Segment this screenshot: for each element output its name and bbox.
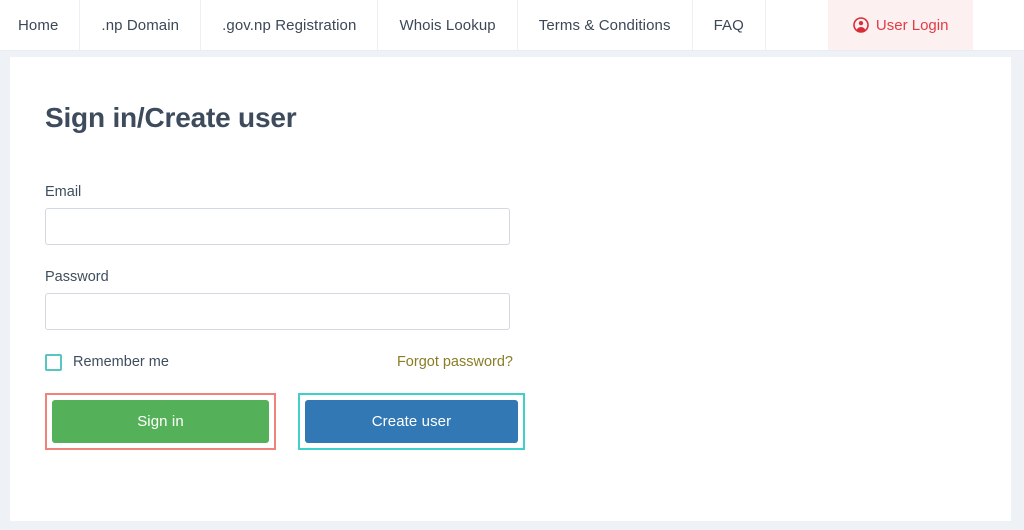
email-field-group: Email [45, 184, 510, 245]
user-login-button[interactable]: User Login [827, 0, 974, 50]
nav-item-gov-np-registration[interactable]: .gov.np Registration [201, 0, 379, 50]
nav-item-faq[interactable]: FAQ [692, 0, 766, 50]
sign-in-button-highlight: Sign in [45, 392, 276, 450]
form-actions: Sign in Create user [45, 392, 525, 450]
remember-me-label: Remember me [73, 354, 169, 371]
password-label: Password [45, 268, 109, 285]
nav-item-label: Whois Lookup [399, 16, 496, 34]
nav-item-np-domain[interactable]: .np Domain [80, 0, 202, 50]
sign-in-button[interactable]: Sign in [52, 399, 269, 443]
email-label: Email [45, 183, 82, 200]
signin-card: Sign in/Create user Email Password Remem… [10, 57, 1011, 521]
nav-tail-filler [973, 0, 1024, 50]
email-input[interactable] [45, 207, 510, 245]
remember-me-checkbox[interactable] [45, 353, 62, 371]
user-circle-icon [853, 17, 869, 33]
nav-item-label: Terms & Conditions [538, 16, 671, 34]
forgot-password-link[interactable]: Forgot password? [397, 354, 513, 370]
nav-item-home[interactable]: Home [0, 0, 81, 50]
create-user-button[interactable]: Create user [305, 399, 518, 443]
signin-form: Email Password Remember me Forgot passwo… [45, 184, 525, 450]
sign-in-button-label: Sign in [137, 412, 184, 430]
create-user-button-highlight: Create user [298, 392, 525, 450]
page-title: Sign in/Create user [45, 102, 297, 133]
create-user-button-label: Create user [371, 412, 452, 430]
nav-item-label: .gov.np Registration [222, 16, 357, 34]
nav-item-whois-lookup[interactable]: Whois Lookup [378, 0, 518, 50]
remember-me-control[interactable]: Remember me [45, 353, 169, 371]
form-options-row: Remember me Forgot password? [45, 353, 513, 371]
top-navigation-bar: Home .np Domain .gov.np Registration Who… [0, 0, 1024, 51]
user-login-label: User Login [875, 16, 949, 34]
page-body: Sign in/Create user Email Password Remem… [0, 51, 1024, 530]
password-input[interactable] [45, 292, 510, 330]
nav-item-label: .np Domain [101, 16, 180, 34]
nav-item-label: Home [18, 16, 59, 34]
nav-items-group: Home .np Domain .gov.np Registration Who… [0, 0, 766, 50]
nav-item-label: FAQ [713, 16, 744, 34]
nav-item-terms-conditions[interactable]: Terms & Conditions [517, 0, 693, 50]
password-field-group: Password [45, 269, 510, 330]
